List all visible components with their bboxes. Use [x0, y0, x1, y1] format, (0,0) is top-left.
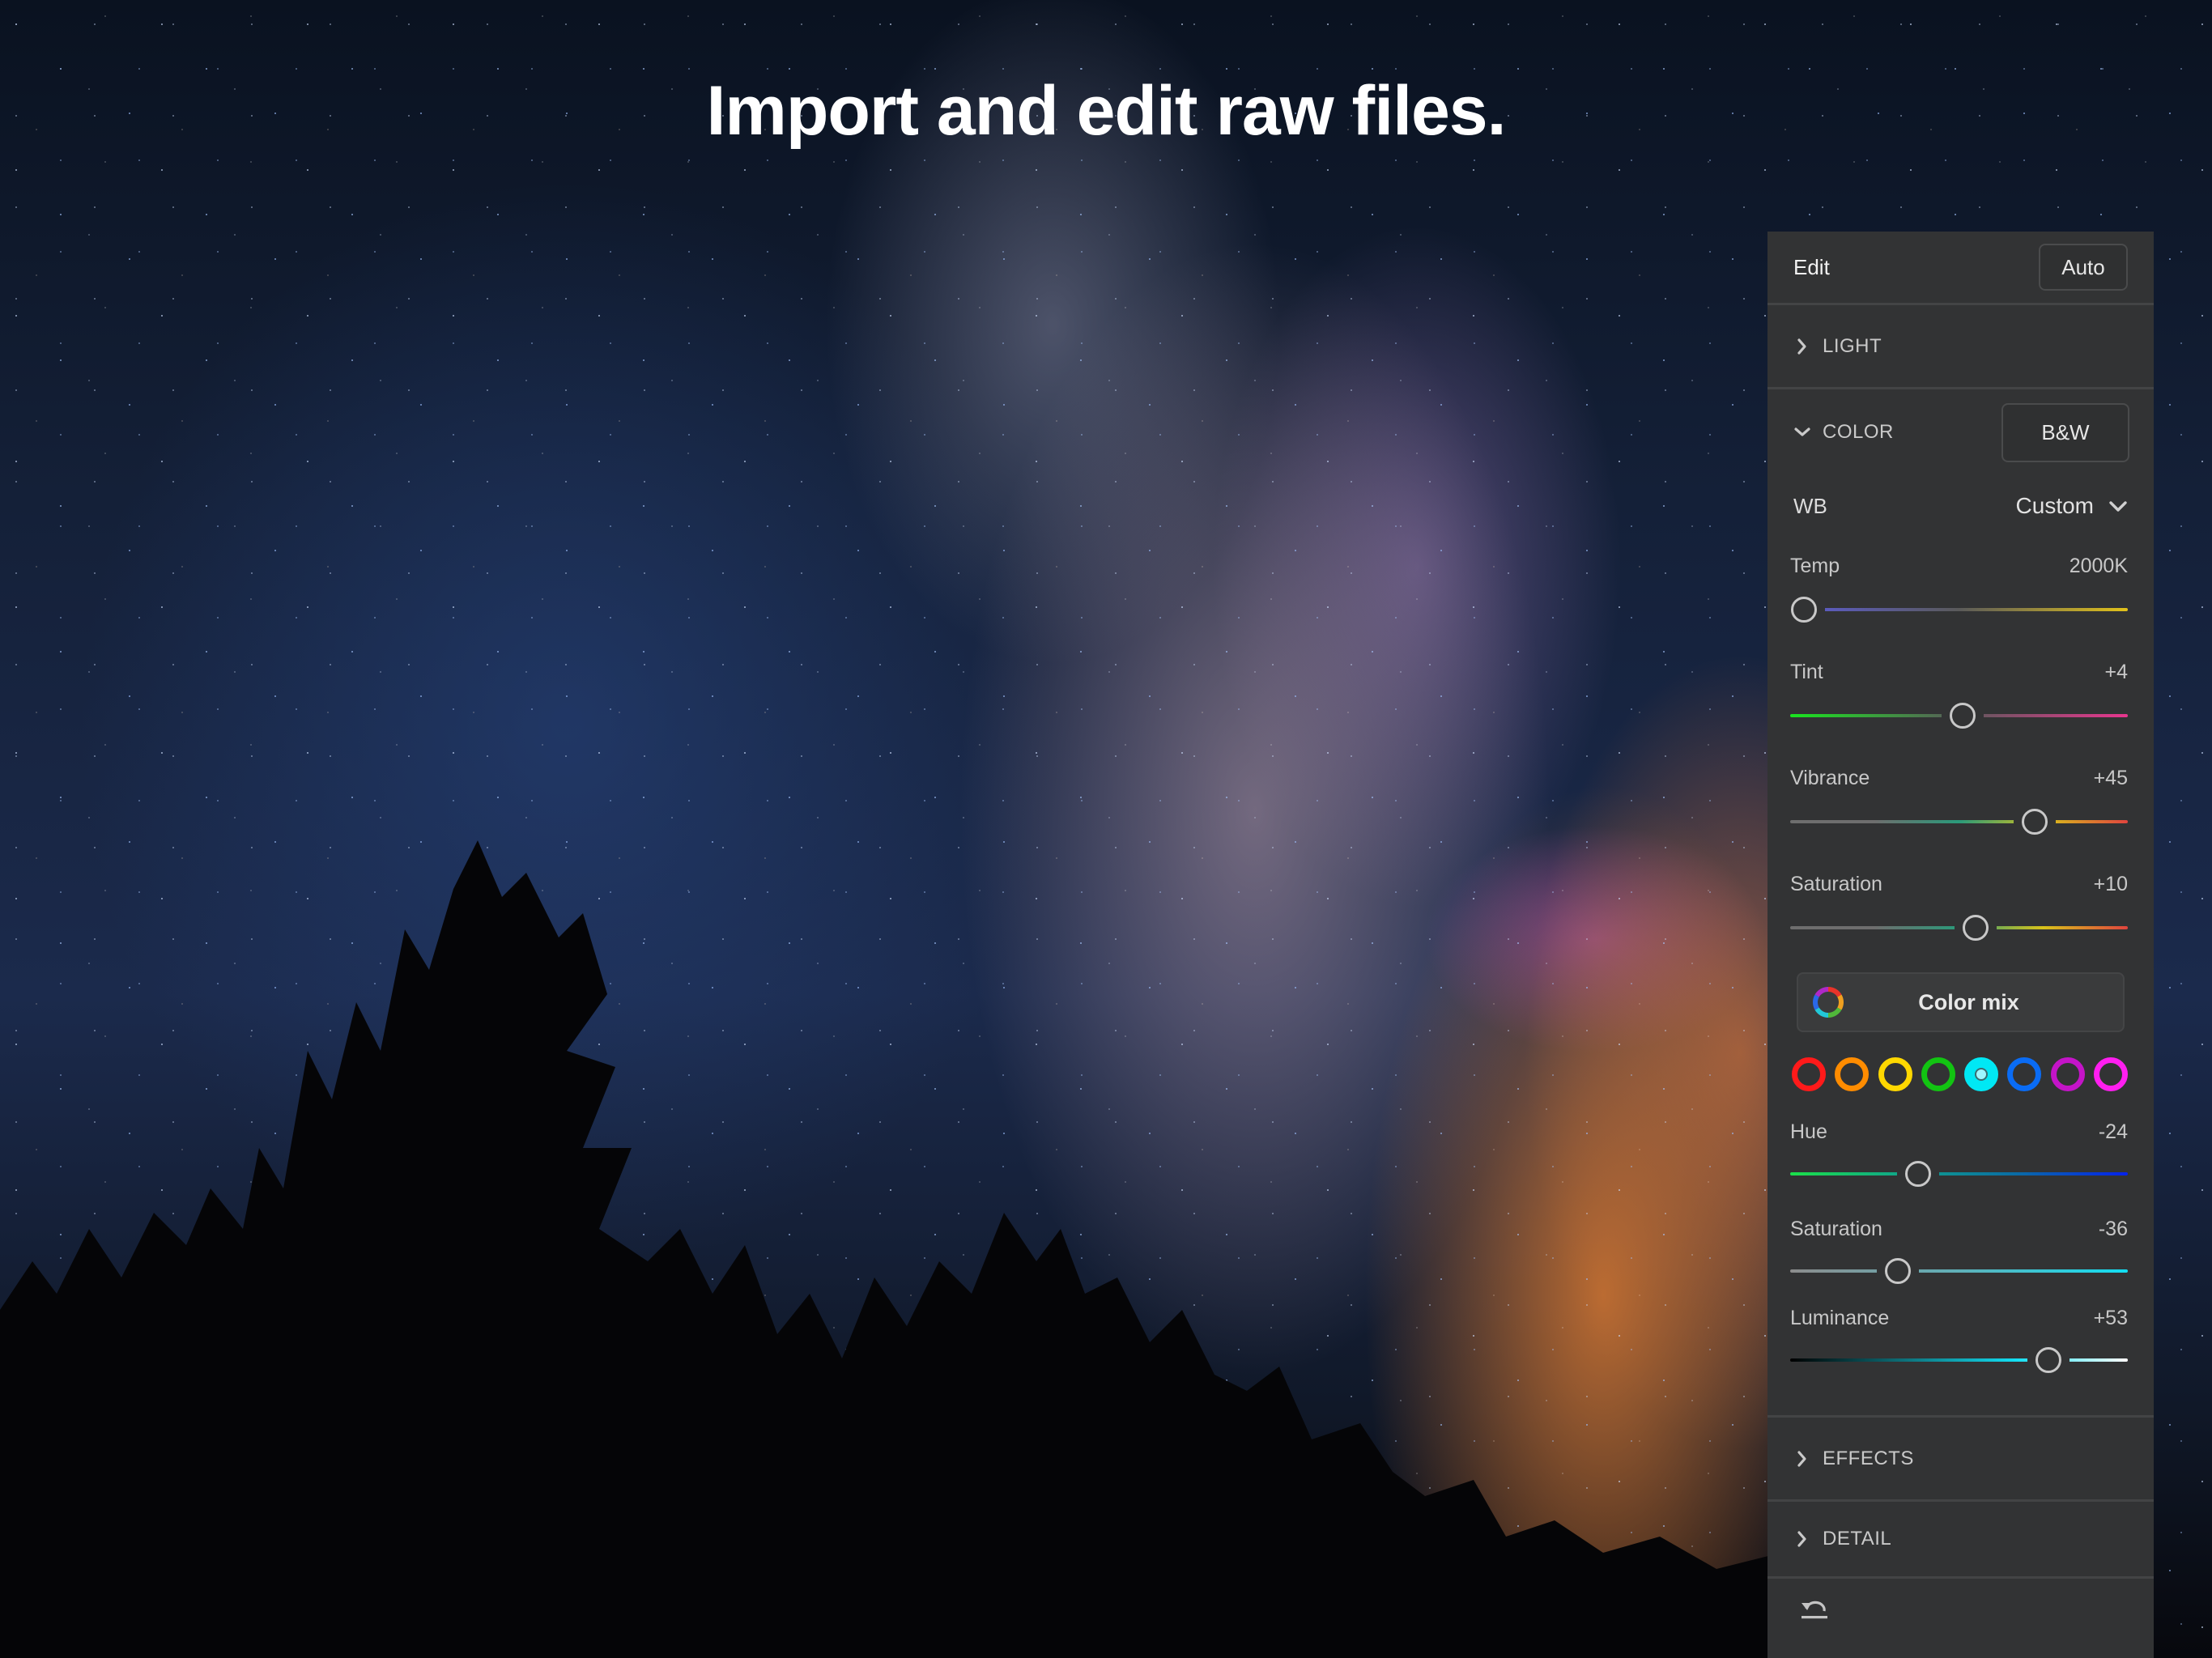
swatch-blue[interactable]	[2007, 1056, 2042, 1091]
slider-header: Saturation -36	[1790, 1209, 2128, 1241]
slider-hsl-saturation: Saturation -36	[1767, 1209, 2154, 1299]
slider-header: Saturation +10	[1790, 855, 2128, 896]
section-light[interactable]: LIGHT	[1767, 305, 2154, 387]
slider-label: Temp	[1790, 555, 1840, 577]
slider-knob[interactable]	[1963, 915, 1989, 941]
slider-header: Luminance +53	[1790, 1299, 2128, 1330]
wb-value: Custom	[2015, 493, 2094, 518]
section-detail[interactable]: DETAIL	[1767, 1502, 2154, 1576]
chevron-right-icon	[1793, 338, 1811, 355]
headline: Import and edit raw files.	[706, 72, 1506, 150]
color-mix-button[interactable]: Color mix	[1797, 972, 2125, 1032]
swatch-aqua[interactable]	[1964, 1056, 1999, 1091]
reset-icon[interactable]	[1800, 1596, 1829, 1626]
slider-label: Hue	[1790, 1120, 1827, 1143]
section-detail-label: DETAIL	[1823, 1528, 1892, 1550]
slider-track[interactable]	[1790, 1358, 2128, 1362]
color-mix-label: Color mix	[1918, 989, 2019, 1014]
slider-track[interactable]	[1790, 1172, 2128, 1175]
edit-header: Edit Auto	[1767, 232, 2154, 303]
slider-knob[interactable]	[1790, 597, 1817, 623]
section-effects-label: EFFECTS	[1823, 1447, 1914, 1469]
bottom-toolbar	[1767, 1579, 2154, 1643]
slider-track[interactable]	[1790, 1269, 2128, 1273]
slider-value: -24	[2098, 1120, 2128, 1143]
slider-saturation: Saturation +10	[1767, 855, 2154, 961]
swatch-green[interactable]	[1921, 1056, 1955, 1091]
wb-label: WB	[1793, 493, 1827, 518]
color-swatches	[1767, 1035, 2154, 1112]
slider-value: 2000K	[2069, 555, 2128, 577]
slider-value: +45	[2093, 767, 2128, 789]
edit-panel: Edit Auto LIGHT COLOR B&W WB Custom Temp…	[1767, 232, 2154, 1658]
swatch-magenta[interactable]	[2093, 1056, 2128, 1091]
slider-luminance: Luminance +53	[1767, 1299, 2154, 1388]
section-color: COLOR B&W	[1767, 389, 2154, 475]
slider-label: Tint	[1790, 661, 1823, 683]
wb-select[interactable]: Custom	[2016, 493, 2128, 519]
white-balance-row: WB Custom	[1767, 475, 2154, 537]
color-wheel-icon	[1813, 987, 1844, 1018]
section-color-label: COLOR	[1823, 421, 1894, 443]
swatch-purple[interactable]	[2050, 1056, 2085, 1091]
bw-button[interactable]: B&W	[2001, 402, 2129, 462]
chevron-right-icon	[1793, 1530, 1811, 1548]
slider-value: +10	[2093, 873, 2128, 895]
edit-title: Edit	[1793, 254, 1830, 279]
slider-value: +4	[2104, 661, 2128, 683]
chevron-down-icon	[2108, 493, 2128, 519]
swatch-orange[interactable]	[1835, 1056, 1870, 1091]
slider-track[interactable]	[1790, 608, 2128, 611]
chevron-right-icon	[1793, 1450, 1811, 1468]
section-light-label: LIGHT	[1823, 334, 1882, 357]
slider-track[interactable]	[1790, 820, 2128, 823]
slider-knob[interactable]	[2022, 809, 2048, 835]
slider-tint: Tint +4	[1767, 643, 2154, 749]
swatch-yellow[interactable]	[1878, 1056, 1912, 1091]
slider-value: +53	[2093, 1307, 2128, 1329]
color-mix-wrap: Color mix	[1767, 961, 2154, 1035]
slider-value: -36	[2098, 1218, 2128, 1240]
selected-indicator	[1975, 1067, 1989, 1081]
treeline-silhouette	[0, 840, 1781, 1658]
section-effects[interactable]: EFFECTS	[1767, 1418, 2154, 1499]
slider-header: Temp 2000K	[1790, 537, 2128, 578]
slider-header: Hue -24	[1790, 1112, 2128, 1144]
slider-temp: Temp 2000K	[1767, 537, 2154, 643]
slider-vibrance: Vibrance +45	[1767, 749, 2154, 855]
auto-button[interactable]: Auto	[2039, 244, 2128, 291]
slider-label: Saturation	[1790, 873, 1882, 895]
slider-knob[interactable]	[1949, 703, 1976, 729]
chevron-down-icon	[1793, 423, 1811, 441]
slider-knob[interactable]	[2035, 1347, 2061, 1373]
swatch-red[interactable]	[1792, 1056, 1826, 1091]
slider-header: Vibrance +45	[1790, 749, 2128, 790]
section-color-toggle[interactable]: COLOR	[1793, 421, 1894, 444]
slider-hue: Hue -24	[1767, 1112, 2154, 1209]
slider-label: Luminance	[1790, 1307, 1890, 1329]
slider-label: Vibrance	[1790, 767, 1870, 789]
slider-knob[interactable]	[1905, 1161, 1932, 1187]
slider-header: Tint +4	[1790, 643, 2128, 684]
slider-knob[interactable]	[1885, 1258, 1912, 1284]
slider-label: Saturation	[1790, 1218, 1882, 1240]
